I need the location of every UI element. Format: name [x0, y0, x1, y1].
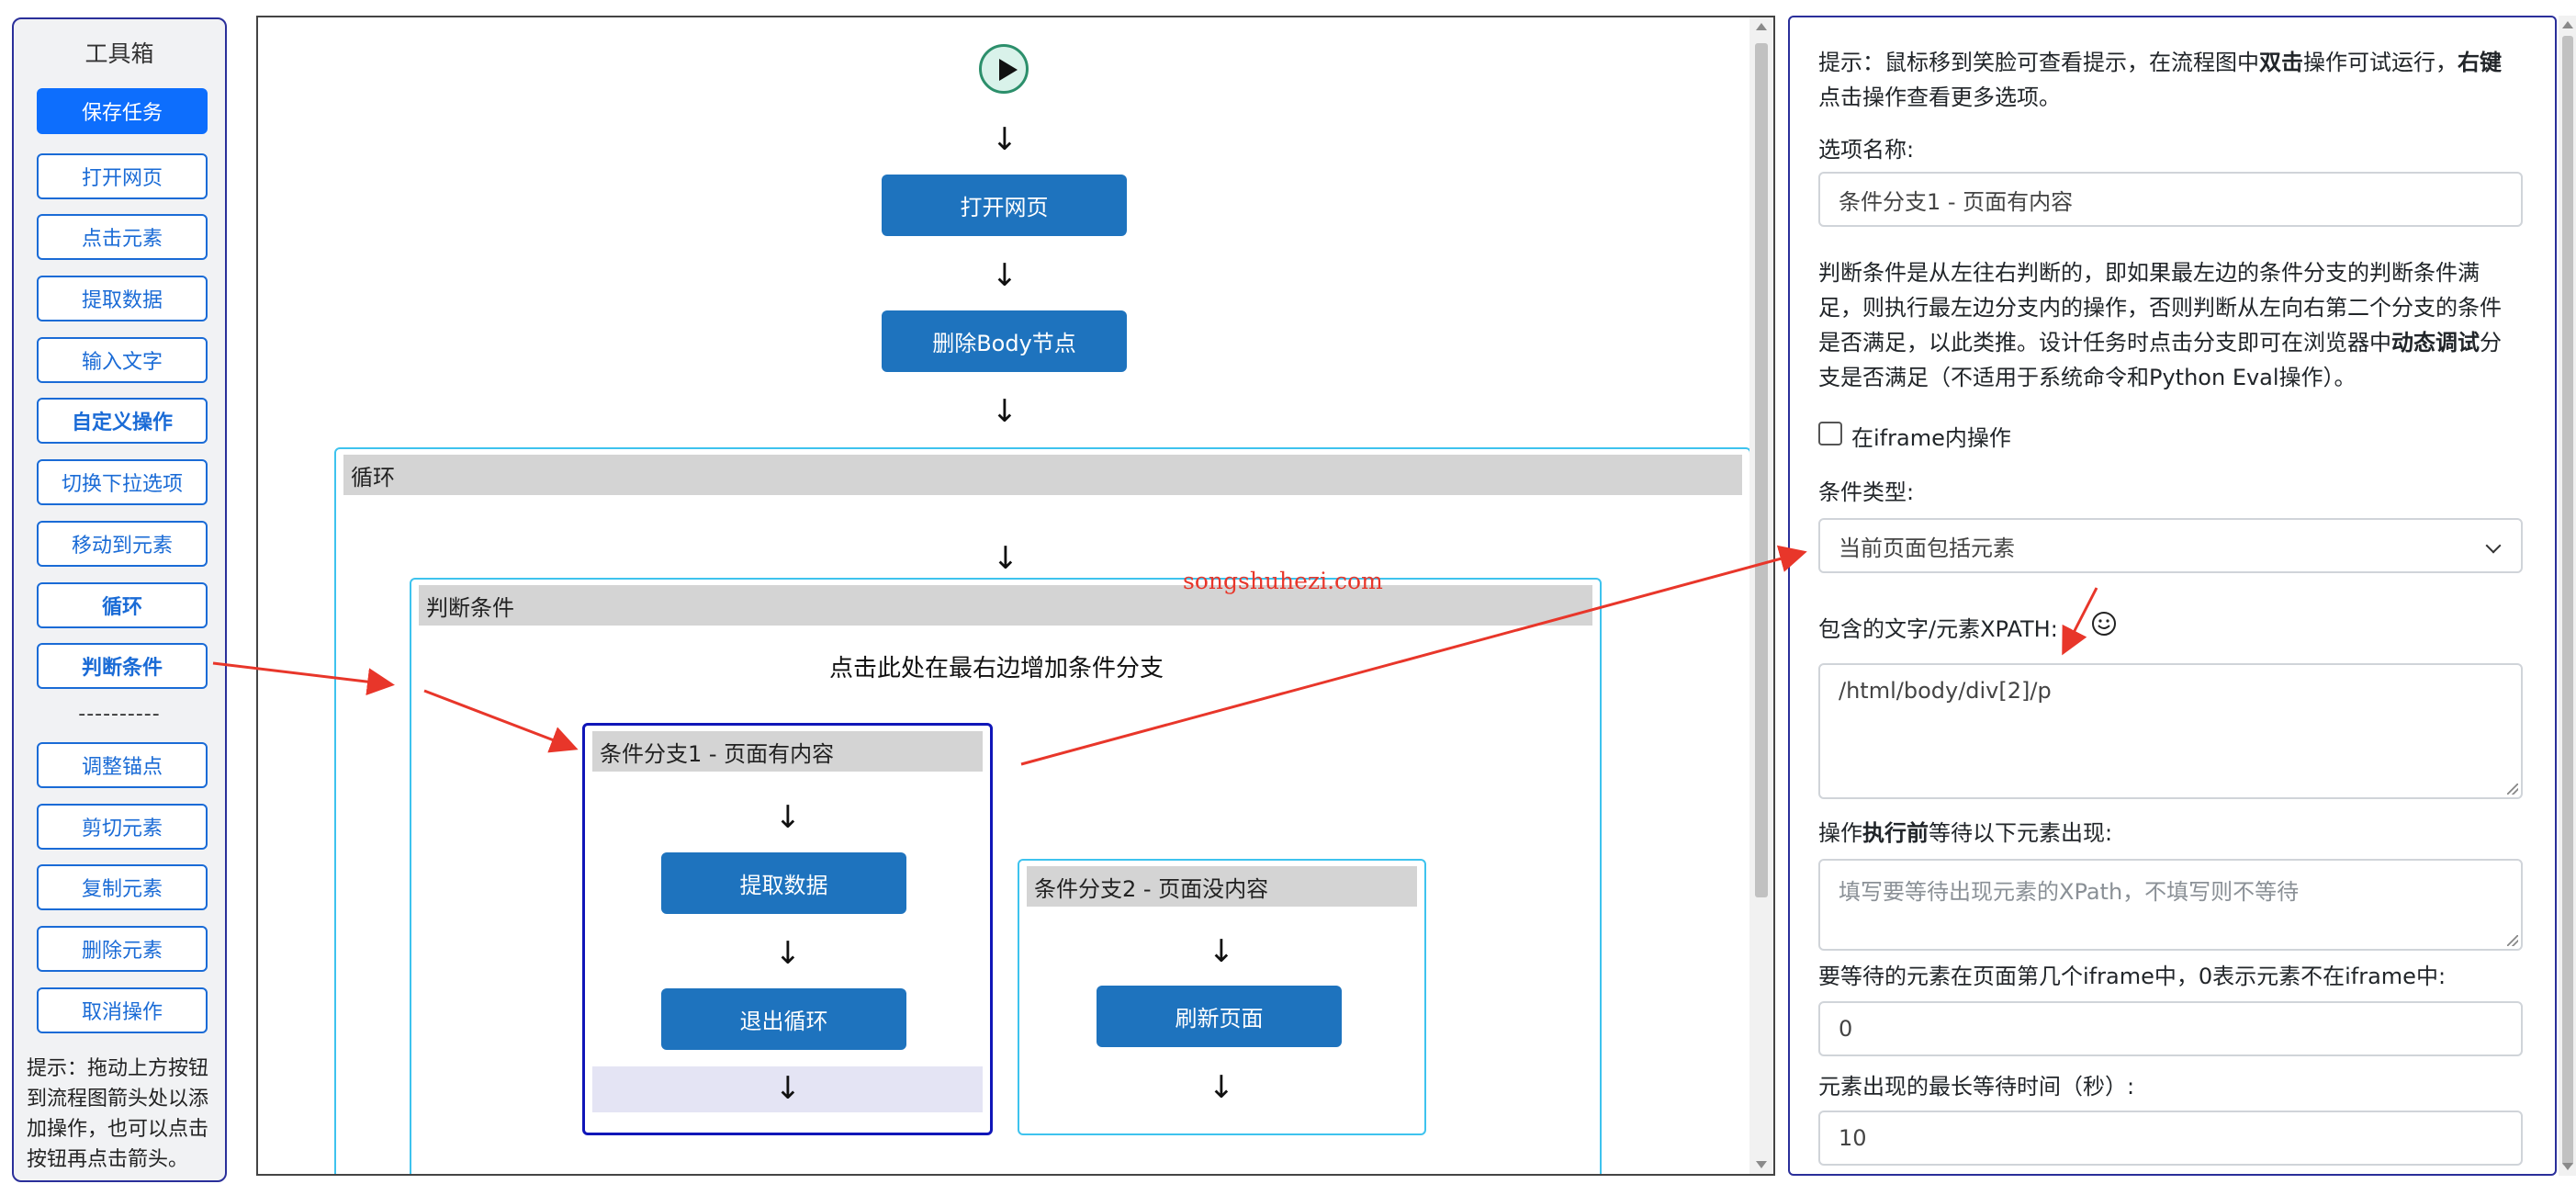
flow-arrow[interactable]: ↓ [1203, 1072, 1240, 1103]
flow-node-extract-data[interactable]: 提取数据 [661, 852, 906, 914]
cancel-action-button[interactable]: 取消操作 [37, 987, 208, 1033]
toolbox-panel: 工具箱 保存任务 打开网页 点击元素 提取数据 输入文字 自定义操作 切换下拉选… [12, 17, 227, 1182]
delete-element-button[interactable]: 删除元素 [37, 926, 208, 972]
iframe-checkbox[interactable] [1818, 422, 1842, 445]
condition-branch-2[interactable]: 条件分支2 - 页面没内容 ↓ 刷新页面 ↓ [1018, 859, 1426, 1135]
xpath-label: 包含的文字/元素XPATH: [1818, 616, 2058, 642]
canvas-scrollbar[interactable] [1749, 17, 1773, 1174]
hint-text: 提示：鼠标移到笑脸可查看提示，在流程图中 [1818, 50, 2259, 75]
max-wait-label: 元素出现的最长等待时间（秒）: [1818, 1074, 2135, 1099]
input-text-button[interactable]: 输入文字 [37, 337, 208, 383]
iframe-index-input[interactable]: 0 [1818, 1001, 2523, 1056]
wait-element-label: 操作执行前等待以下元素出现: [1818, 815, 2112, 847]
toolbox-title: 工具箱 [84, 40, 154, 67]
option-name-input[interactable]: 条件分支1 - 页面有内容 [1818, 172, 2523, 227]
panel-hint: 提示：鼠标移到笑脸可查看提示，在流程图中双击操作可试运行，右键点击操作查看更多选… [1818, 45, 2523, 115]
condition-branch-1[interactable]: 条件分支1 - 页面有内容 ↓ 提取数据 ↓ 退出循环 ↓ [582, 723, 993, 1135]
description-bold: 动态调试 [2391, 330, 2480, 355]
properties-panel: 提示：鼠标移到笑脸可查看提示，在流程图中双击操作可试运行，右键点击操作查看更多选… [1788, 16, 2557, 1176]
flow-node-exit-loop[interactable]: 退出循环 [661, 988, 906, 1050]
condition-header[interactable]: 判断条件 [419, 585, 1592, 626]
watermark-text: songshuhezi.com [1183, 568, 1383, 594]
hint-bold-double-click: 双击 [2259, 50, 2303, 75]
condition-type-value: 当前页面包括元素 [1839, 535, 2015, 561]
branch-1-header[interactable]: 条件分支1 - 页面有内容 [592, 731, 983, 772]
iframe-checkbox-label[interactable]: 在iframe内操作 [1851, 420, 2011, 452]
scroll-down-icon[interactable] [1756, 1161, 1767, 1168]
save-task-button[interactable]: 保存任务 [37, 88, 208, 134]
scroll-up-icon[interactable] [1756, 23, 1767, 30]
condition-description: 判断条件是从左往右判断的，即如果最左边的条件分支的判断条件满足，则执行最左边分支… [1818, 255, 2523, 395]
condition-type-label: 条件类型: [1818, 479, 1915, 505]
flow-arrow[interactable]: ↓ [770, 938, 806, 969]
play-icon[interactable] [979, 44, 1029, 94]
xpath-textarea[interactable]: /html/body/div[2]/p [1818, 663, 2523, 799]
panel-scroll-thumb[interactable] [2562, 36, 2573, 1166]
hint-text: 操作可试运行， [2303, 50, 2458, 75]
toolbox-separator: ---------- [78, 703, 161, 726]
flow-canvas[interactable]: ↓ 打开网页 ↓ 删除Body节点 ↓ 循环 ↓ 判断条件 点击此处在最右边增加… [256, 16, 1775, 1176]
flow-node-open-page[interactable]: 打开网页 [882, 175, 1127, 236]
flow-arrow[interactable]: ↓ [770, 802, 806, 833]
cut-element-button[interactable]: 剪切元素 [37, 804, 208, 850]
flow-arrow[interactable]: ↓ [1203, 936, 1240, 967]
smile-icon[interactable] [2091, 611, 2117, 637]
open-page-button[interactable]: 打开网页 [37, 153, 208, 199]
resize-grip-icon[interactable] [2507, 935, 2518, 946]
adjust-anchor-button[interactable]: 调整锚点 [37, 742, 208, 788]
custom-action-button[interactable]: 自定义操作 [37, 398, 208, 444]
flow-arrow[interactable]: ↓ [987, 543, 1024, 574]
canvas-scroll-thumb[interactable] [1755, 43, 1768, 897]
loop-header[interactable]: 循环 [343, 455, 1742, 495]
loop-button[interactable]: 循环 [37, 582, 208, 628]
flow-arrow[interactable]: ↓ [770, 1073, 806, 1104]
hint-text: 点击操作查看更多选项。 [1818, 85, 2061, 110]
wait-label-text: 操作 [1818, 820, 1862, 846]
flow-node-refresh-page[interactable]: 刷新页面 [1097, 986, 1342, 1047]
scroll-down-icon[interactable] [2562, 1163, 2573, 1170]
wait-label-text: 等待以下元素出现: [1929, 820, 2113, 846]
scroll-up-icon[interactable] [2562, 21, 2573, 28]
copy-element-button[interactable]: 复制元素 [37, 864, 208, 910]
option-name-label: 选项名称: [1818, 137, 1915, 163]
condition-button[interactable]: 判断条件 [37, 643, 208, 689]
extract-data-button[interactable]: 提取数据 [37, 276, 208, 321]
move-to-element-button[interactable]: 移动到元素 [37, 521, 208, 567]
chevron-down-icon [2485, 537, 2502, 554]
loop-container[interactable]: 循环 ↓ 判断条件 点击此处在最右边增加条件分支 条件分支1 - 页面有内容 ↓… [334, 447, 1751, 1174]
click-element-button[interactable]: 点击元素 [37, 214, 208, 260]
max-wait-input[interactable]: 10 [1818, 1111, 2523, 1166]
wait-label-bold: 执行前 [1862, 820, 1929, 846]
wait-element-placeholder: 填写要等待出现元素的XPath，不填写则不等待 [1839, 879, 2300, 905]
flow-node-delete-body[interactable]: 删除Body节点 [882, 310, 1127, 372]
condition-type-select[interactable]: 当前页面包括元素 [1818, 518, 2523, 573]
flow-arrow[interactable]: ↓ [986, 396, 1023, 427]
panel-scrollbar[interactable] [2559, 16, 2576, 1176]
resize-grip-icon[interactable] [2507, 784, 2518, 795]
xpath-value: /html/body/div[2]/p [1839, 678, 2052, 704]
flow-arrow[interactable]: ↓ [986, 260, 1023, 291]
branch-2-header[interactable]: 条件分支2 - 页面没内容 [1027, 866, 1417, 907]
add-branch-link[interactable]: 点击此处在最右边增加条件分支 [829, 649, 1164, 683]
wait-element-textarea[interactable]: 填写要等待出现元素的XPath，不填写则不等待 [1818, 859, 2523, 951]
iframe-index-label: 要等待的元素在页面第几个iframe中，0表示元素不在iframe中: [1818, 964, 2447, 989]
flow-arrow[interactable]: ↓ [986, 124, 1023, 155]
toolbox-hint: 提示：拖动上方按钮到流程图箭头处以添加操作，也可以点击按钮再点击箭头。 [27, 1057, 209, 1171]
hint-bold-right-click: 右键 [2458, 50, 2502, 75]
switch-dropdown-button[interactable]: 切换下拉选项 [37, 459, 208, 505]
condition-container[interactable]: 判断条件 点击此处在最右边增加条件分支 条件分支1 - 页面有内容 ↓ 提取数据… [410, 578, 1602, 1174]
